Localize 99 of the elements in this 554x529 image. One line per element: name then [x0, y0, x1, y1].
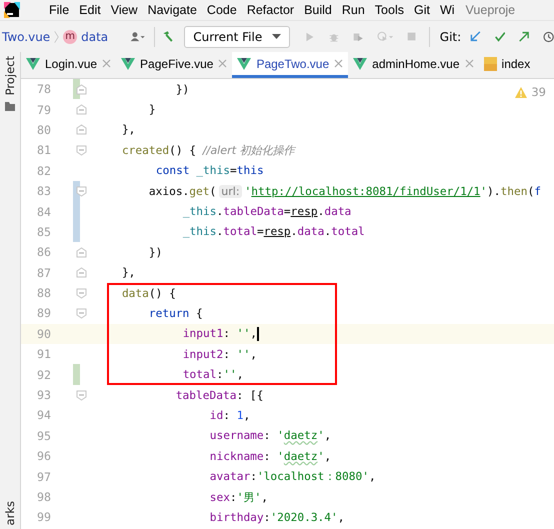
- code-line: total:'',: [182, 368, 244, 382]
- vue-file-icon: [121, 57, 136, 70]
- arrow-down-left-icon[interactable]: [470, 29, 481, 44]
- breadcrumb-item[interactable]: m data: [63, 30, 108, 44]
- caret-icon: [272, 34, 282, 39]
- change-marker[interactable]: [73, 364, 80, 385]
- run-configuration-dropdown[interactable]: Current File: [184, 26, 290, 48]
- line-number: 87: [36, 266, 51, 280]
- menu-item[interactable]: Navigate: [142, 3, 202, 17]
- code-line: input2: '',: [182, 348, 257, 361]
- checkmark-icon[interactable]: [494, 29, 506, 44]
- code-line: }): [174, 82, 190, 96]
- code-line: return {: [148, 306, 203, 320]
- line-number: 80: [36, 122, 51, 137]
- close-icon[interactable]: [334, 59, 344, 68]
- fold-icon[interactable]: [76, 144, 87, 156]
- line-number: 96: [36, 449, 51, 464]
- menu-item[interactable]: Tools: [370, 3, 409, 17]
- fold-icon[interactable]: [76, 246, 87, 258]
- project-tool-tab[interactable]: Project: [3, 56, 17, 96]
- code-line: data() {: [120, 286, 176, 300]
- vue-file-icon: [353, 57, 368, 70]
- bookmarks-tool-tab[interactable]: arks: [3, 500, 17, 525]
- menu-item[interactable]: Wi: [434, 3, 460, 17]
- fold-icon[interactable]: [76, 124, 87, 136]
- menu-item[interactable]: Refactor: [242, 3, 300, 17]
- close-icon[interactable]: [102, 59, 112, 68]
- line-number: 81: [36, 143, 51, 158]
- editor-tab[interactable]: index: [478, 52, 536, 78]
- close-icon[interactable]: [464, 59, 474, 68]
- arrow-up-right-icon[interactable]: [519, 29, 530, 44]
- code-line: },: [120, 266, 136, 280]
- code-line: _this.tableData=resp.data: [182, 205, 352, 218]
- line-number: 85: [36, 224, 51, 239]
- line-number: 94: [36, 408, 51, 422]
- code-line: }): [148, 246, 162, 259]
- code-line: },: [120, 123, 136, 136]
- gauge-icon[interactable]: [376, 29, 393, 44]
- line-number: 84: [36, 204, 51, 219]
- code-line: const _this=this: [154, 164, 264, 178]
- git-label: Git:: [440, 30, 462, 44]
- fold-icon[interactable]: [76, 104, 87, 116]
- code-line: birthday:'2020.3.4',: [208, 510, 345, 524]
- vue-file-icon: [26, 57, 40, 70]
- fold-icon[interactable]: [76, 308, 87, 319]
- menu-item[interactable]: Build: [299, 3, 337, 17]
- line-number: 79: [36, 102, 51, 117]
- editor-tab[interactable]: PageFive.vue: [116, 52, 232, 78]
- fold-icon[interactable]: [76, 84, 87, 95]
- menu-item[interactable]: Edit: [74, 3, 106, 17]
- line-number: 91: [36, 347, 51, 362]
- breadcrumb-item[interactable]: Two.vue: [2, 30, 50, 44]
- code-line: input1: '',: [182, 327, 257, 340]
- fold-icon[interactable]: [76, 390, 87, 401]
- line-number: 99: [36, 510, 51, 524]
- line-number: 97: [36, 470, 51, 484]
- menu-item[interactable]: Code: [202, 3, 242, 17]
- project-title: Vueproje: [464, 3, 516, 17]
- line-number: 98: [36, 490, 51, 504]
- menu-item[interactable]: View: [106, 3, 143, 17]
- line-number: 93: [36, 388, 51, 402]
- line-number: 86: [36, 245, 51, 260]
- method-badge: m: [63, 30, 78, 44]
- line-number: 83: [36, 184, 51, 198]
- code-line: username: 'daetz',: [208, 429, 332, 442]
- fold-icon[interactable]: [76, 186, 87, 197]
- code-line: _this.total=resp.data.total: [182, 225, 365, 238]
- line-number: 89: [36, 306, 51, 320]
- app-logo-icon: [4, 2, 20, 18]
- warning-icon[interactable]: [514, 86, 528, 98]
- js-file-icon: [484, 56, 497, 70]
- text-cursor: [256, 326, 259, 341]
- code-line: axios.get( url: 'http://localhost:8081/findUser/1/1').then(f: [148, 184, 541, 198]
- code-line: tableData: [{: [174, 388, 264, 402]
- code-line: sex:'男',: [208, 490, 268, 504]
- menu-item[interactable]: File: [44, 3, 74, 17]
- editor-tab[interactable]: Login.vue: [21, 52, 116, 78]
- line-number: 90: [36, 326, 51, 341]
- line-number: 82: [36, 164, 51, 178]
- code-line: created() { //alert 初始化操作: [120, 142, 295, 158]
- change-marker[interactable]: [73, 222, 80, 242]
- fold-icon[interactable]: [76, 288, 87, 299]
- line-number: 95: [36, 428, 51, 443]
- code-line: avatar:'localhost：8080',: [208, 469, 376, 484]
- menu-item[interactable]: Run: [336, 3, 370, 17]
- menu-item[interactable]: Git: [408, 3, 435, 17]
- folder-icon: [5, 101, 15, 112]
- line-number: 88: [36, 286, 51, 300]
- code-line: }: [148, 103, 156, 116]
- editor-tab[interactable]: PageTwo.vue: [232, 52, 348, 78]
- line-number: 78: [36, 82, 51, 96]
- vue-file-icon: [237, 57, 252, 70]
- code-line: id: 1,: [208, 408, 250, 422]
- stop-icon[interactable]: [406, 30, 416, 43]
- close-icon[interactable]: [218, 59, 228, 68]
- editor-tab[interactable]: adminHome.vue: [348, 52, 479, 78]
- line-number: 92: [36, 368, 51, 382]
- fold-icon[interactable]: [76, 267, 87, 278]
- code-line: nickname: 'daetz',: [208, 450, 332, 463]
